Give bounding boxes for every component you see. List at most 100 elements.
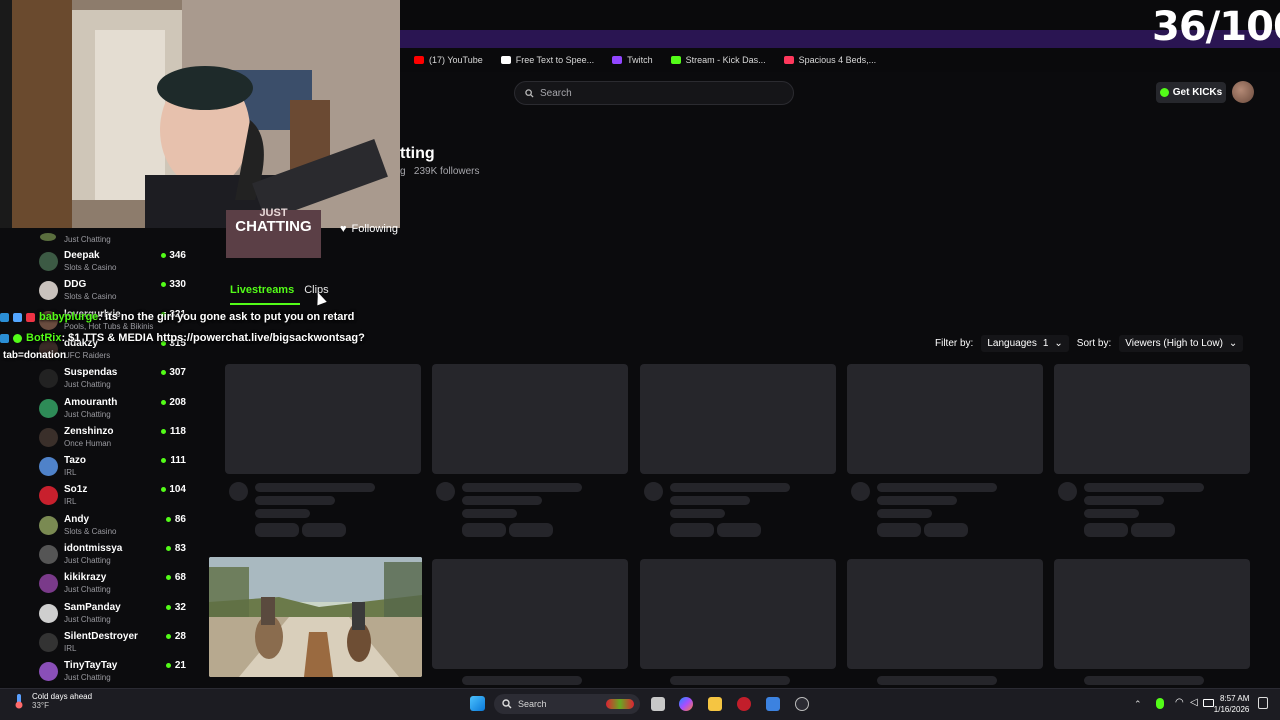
sort-dropdown[interactable]: Viewers (High to Low) ⌄ xyxy=(1119,335,1244,352)
viewer-count: 86 xyxy=(174,513,186,525)
stream-card-placeholder[interactable] xyxy=(432,559,628,669)
stream-card-placeholder[interactable] xyxy=(847,364,1043,474)
bookmark-tts[interactable]: Free Text to Spee... xyxy=(500,55,595,65)
live-dot-icon xyxy=(166,604,171,610)
chevron-down-icon: ⌄ xyxy=(1228,338,1238,349)
sidebar-channel-row[interactable]: SilentDestroyer IRL 28 xyxy=(0,629,200,658)
task-view-icon[interactable] xyxy=(651,697,665,711)
sidebar-channel-row[interactable]: DDG Slots & Casino 330 xyxy=(0,277,200,306)
app-icon[interactable] xyxy=(795,697,809,711)
channel-category: Just Chatting xyxy=(64,556,111,565)
category-thumbnail: JUST CHATTING xyxy=(226,208,321,258)
user-avatar[interactable] xyxy=(1232,81,1254,103)
get-kicks-button[interactable]: Get KICKs xyxy=(1156,82,1226,103)
category-tag: g xyxy=(400,166,406,177)
system-clock[interactable]: 8:57 AM 1/16/2026 xyxy=(1208,693,1250,715)
kick-icon xyxy=(670,56,681,64)
text-placeholder xyxy=(255,509,310,518)
clock-time: 8:57 AM xyxy=(1220,694,1250,703)
avatar xyxy=(40,233,56,241)
taskbar-search[interactable]: Search xyxy=(494,694,640,714)
bookmark-twitch[interactable]: Twitch xyxy=(612,55,653,65)
stream-card-placeholder[interactable] xyxy=(640,559,836,669)
text-placeholder xyxy=(1084,483,1204,492)
channel-category: IRL xyxy=(64,497,77,507)
chevron-up-icon[interactable]: ⌃ xyxy=(1134,699,1142,710)
bookmark-youtube[interactable]: (17) YouTube xyxy=(414,55,483,65)
search-input[interactable]: Search xyxy=(514,81,794,105)
opera-gx-icon[interactable] xyxy=(737,697,751,711)
languages-label: Languages xyxy=(987,338,1037,349)
stream-card-placeholder[interactable] xyxy=(1054,364,1250,474)
bookmark-label: Free Text to Spee... xyxy=(515,55,595,65)
bookmarks-bar: (17) YouTube Free Text to Spee... Twitch… xyxy=(400,48,1280,72)
avatar xyxy=(39,398,58,418)
channel-name: Suspendas xyxy=(64,367,118,379)
sidebar-channel-row[interactable]: Deepak Slots & Casino 346 xyxy=(0,248,200,277)
weather-title: Cold days ahead xyxy=(32,692,93,701)
bookmark-kick[interactable]: Stream - Kick Das... xyxy=(670,55,766,65)
stream-card-placeholder[interactable] xyxy=(225,364,421,474)
category-title: tting xyxy=(400,145,435,162)
channel-category: Just Chatting xyxy=(64,585,111,595)
volume-icon[interactable]: ◁ xyxy=(1190,697,1198,708)
sidebar-channel-row[interactable]: Amouranth Just Chatting 208 xyxy=(0,395,200,424)
avatar xyxy=(39,662,58,682)
sidebar-channel-row[interactable]: kikikrazy Just Chatting 68 xyxy=(0,570,200,599)
languages-dropdown[interactable]: Languages 1 ⌄ xyxy=(981,335,1069,352)
stream-card-placeholder[interactable] xyxy=(432,364,628,474)
sidebar-channel-row[interactable]: Tazo IRL 111 xyxy=(0,453,200,482)
channel-category: Once Human xyxy=(64,438,112,448)
text-placeholder xyxy=(924,523,968,537)
sidebar-channel-row[interactable]: Zenshinzo Once Human 118 xyxy=(0,424,200,453)
get-kicks-label: Get KICKs xyxy=(1172,87,1223,98)
badge-icon xyxy=(0,333,9,343)
weather-widget[interactable]: Cold days ahead 33°F xyxy=(12,692,92,710)
microphone-icon[interactable] xyxy=(1156,698,1164,709)
sidebar-channel-row[interactable]: TinyTayTay Just Chatting 21 xyxy=(0,658,200,687)
badge-icon xyxy=(13,312,22,322)
avatar xyxy=(39,515,58,535)
text-placeholder xyxy=(462,509,517,518)
avatar xyxy=(39,252,58,271)
sidebar-channel-row[interactable]: Andy Slots & Casino 86 xyxy=(0,512,200,541)
avatar xyxy=(39,281,58,301)
sidebar-channel-row[interactable]: SamPanday Just Chatting 32 xyxy=(0,600,200,629)
channel-name: SamPanday xyxy=(64,601,121,613)
channel-category: IRL xyxy=(64,643,77,653)
windows-start-icon[interactable] xyxy=(470,696,485,711)
avatar xyxy=(39,486,58,506)
sidebar-channel-row[interactable]: Suspendas Just Chatting 307 xyxy=(0,365,200,394)
filter-by-label: Filter by: xyxy=(935,338,974,349)
live-dot-icon xyxy=(161,399,166,405)
wifi-icon[interactable]: ◠ xyxy=(1175,697,1184,708)
file-explorer-icon[interactable] xyxy=(708,697,722,711)
notification-icon[interactable] xyxy=(1258,697,1268,709)
sidebar-channel-row[interactable]: idontmissya Just Chatting 83 xyxy=(0,541,200,570)
channel-name: Andy xyxy=(64,513,89,525)
airbnb-icon xyxy=(783,56,794,64)
sort-by-label: Sort by: xyxy=(1076,338,1112,349)
bookmark-label: Twitch xyxy=(627,55,653,65)
stream-card-placeholder[interactable] xyxy=(1054,559,1250,669)
sort-value: Viewers (High to Low) xyxy=(1125,338,1223,349)
copilot-icon[interactable] xyxy=(679,697,693,711)
text-placeholder xyxy=(255,523,299,537)
following-button[interactable]: ♥ Following xyxy=(332,219,406,239)
badge-icon xyxy=(0,312,9,322)
stream-card-placeholder[interactable] xyxy=(640,364,836,474)
verified-icon xyxy=(13,333,22,343)
microsoft-store-icon[interactable] xyxy=(766,697,780,711)
stream-card-placeholder[interactable] xyxy=(847,559,1043,669)
sidebar-channel-row[interactable]: So1z IRL 104 xyxy=(0,482,200,511)
bookmark-label: Stream - Kick Das... xyxy=(685,55,766,65)
avatar-placeholder xyxy=(644,482,663,501)
stream-thumbnail[interactable] xyxy=(209,557,422,677)
text-placeholder xyxy=(670,523,714,537)
bookmark-airbnb[interactable]: Spacious 4 Beds,... xyxy=(783,55,876,65)
tab-livestreams[interactable]: Livestreams xyxy=(230,284,294,296)
chat-message: BotRix : $1 TTS & MEDIA https://powercha… xyxy=(0,332,365,344)
text-placeholder xyxy=(670,676,790,685)
viewer-count: 83 xyxy=(174,543,186,554)
viewer-count: 346 xyxy=(169,250,186,261)
